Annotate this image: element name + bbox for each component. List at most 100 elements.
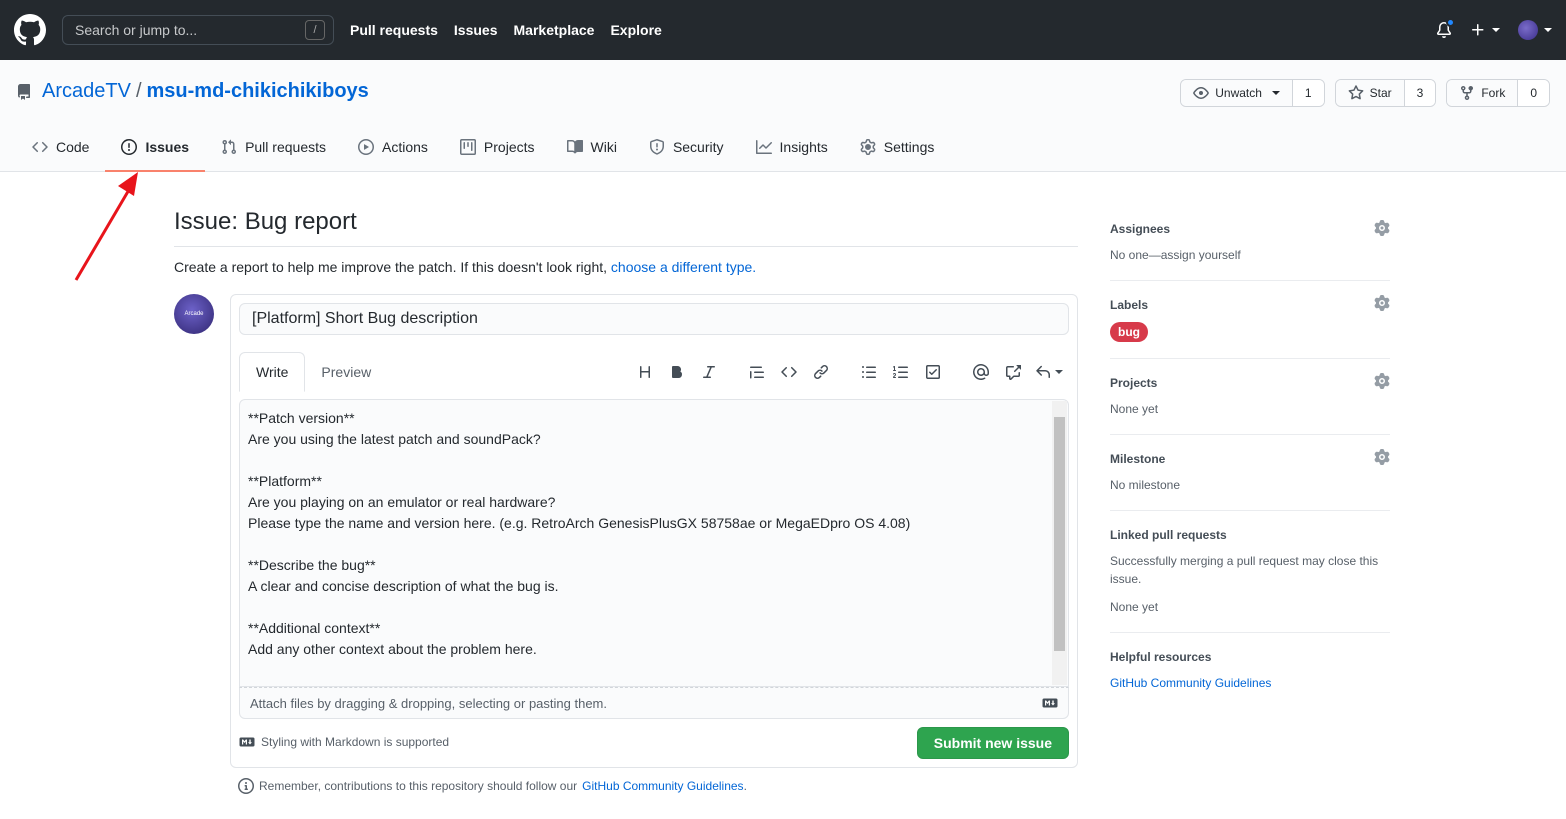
tab-security[interactable]: Security bbox=[633, 122, 740, 172]
issue-body-text: **Patch version** Are you using the lates… bbox=[248, 408, 1048, 660]
linked-pull-requests-section: Linked pull requests Successfully mergin… bbox=[1110, 511, 1390, 633]
italic-button[interactable] bbox=[693, 356, 725, 388]
mention-button[interactable] bbox=[965, 356, 997, 388]
nav-explore[interactable]: Explore bbox=[610, 22, 661, 38]
issue-body-line bbox=[248, 450, 1048, 471]
global-nav: Pull requests Issues Marketplace Explore bbox=[350, 22, 678, 38]
fork-button-group: Fork 0 bbox=[1446, 79, 1550, 107]
issue-body-line: Are you playing on an emulator or real h… bbox=[248, 494, 556, 510]
watch-button-group: Unwatch 1 bbox=[1180, 79, 1325, 107]
tab-pull-requests[interactable]: Pull requests bbox=[205, 122, 342, 172]
label-bug[interactable]: bug bbox=[1110, 322, 1148, 342]
ordered-list-button[interactable] bbox=[885, 356, 917, 388]
code-button[interactable] bbox=[773, 356, 805, 388]
choose-different-type-link[interactable]: choose a different type. bbox=[611, 259, 756, 275]
tab-preview[interactable]: Preview bbox=[305, 352, 387, 392]
labels-section: Labels bug bbox=[1110, 281, 1390, 359]
nav-marketplace[interactable]: Marketplace bbox=[514, 22, 595, 38]
markdown-support-note[interactable]: Styling with Markdown is supported bbox=[239, 735, 449, 749]
quote-button[interactable] bbox=[741, 356, 773, 388]
repo-title: ArcadeTV / msu-md-chikichikiboys bbox=[16, 80, 369, 103]
issue-body-line: A clear and concise description of what … bbox=[248, 578, 559, 594]
gear-icon[interactable] bbox=[1374, 449, 1390, 465]
book-icon bbox=[566, 139, 583, 154]
repo-tabs: Code Issues Pull requests Actions Projec… bbox=[16, 122, 950, 172]
scrollbar-thumb[interactable] bbox=[1054, 417, 1065, 651]
unwatch-button[interactable]: Unwatch bbox=[1181, 80, 1292, 106]
code-icon bbox=[32, 141, 48, 153]
tab-insights[interactable]: Insights bbox=[740, 122, 844, 172]
slash-key-hint: / bbox=[305, 20, 325, 40]
page-title: Issue: Bug report bbox=[174, 208, 1078, 247]
create-new-button[interactable] bbox=[1470, 22, 1500, 38]
community-guidelines-sidebar-link[interactable]: GitHub Community Guidelines bbox=[1110, 676, 1271, 690]
assignees-heading: Assignees bbox=[1110, 222, 1171, 236]
projects-heading: Projects bbox=[1110, 376, 1158, 390]
tab-settings[interactable]: Settings bbox=[844, 122, 951, 172]
plus-icon bbox=[1472, 24, 1484, 36]
saved-replies-button[interactable] bbox=[1029, 356, 1069, 388]
heading-button[interactable] bbox=[629, 356, 661, 388]
tab-projects-label: Projects bbox=[483, 139, 535, 155]
assignees-section: Assignees No one—assign yourself bbox=[1110, 214, 1390, 281]
tab-actions[interactable]: Actions bbox=[342, 122, 444, 172]
cross-reference-button[interactable] bbox=[997, 356, 1029, 388]
tab-wiki-label: Wiki bbox=[590, 139, 617, 155]
assignees-value[interactable]: No one—assign yourself bbox=[1110, 246, 1390, 264]
attach-files-text: Attach files by dragging & dropping, sel… bbox=[250, 695, 607, 711]
tab-issues[interactable]: Issues bbox=[105, 122, 205, 172]
search-placeholder: Search or jump to... bbox=[75, 22, 198, 38]
star-button[interactable]: Star bbox=[1335, 80, 1404, 106]
repo-path-separator: / bbox=[135, 80, 142, 102]
linked-pull-requests-description: Successfully merging a pull request may … bbox=[1110, 554, 1379, 586]
stars-count[interactable]: 3 bbox=[1403, 80, 1436, 106]
fork-button[interactable]: Fork bbox=[1447, 80, 1518, 106]
gear-icon[interactable] bbox=[1374, 295, 1390, 311]
textarea-scrollbar[interactable] bbox=[1052, 401, 1067, 685]
notification-dot bbox=[1446, 18, 1455, 27]
repo-owner-link[interactable]: ArcadeTV bbox=[42, 80, 131, 103]
github-logo-icon[interactable] bbox=[14, 14, 46, 46]
global-header: Search or jump to... / Pull requests Iss… bbox=[0, 0, 1566, 60]
markdown-toolbar bbox=[629, 352, 1069, 392]
list-unordered-icon bbox=[862, 366, 876, 378]
search-input[interactable]: Search or jump to... / bbox=[62, 15, 334, 45]
tab-settings-label: Settings bbox=[883, 139, 935, 155]
issue-title-input[interactable]: [Platform] Short Bug description bbox=[239, 303, 1069, 335]
quote-icon bbox=[750, 366, 764, 379]
tab-projects[interactable]: Projects bbox=[444, 122, 551, 172]
unordered-list-button[interactable] bbox=[853, 356, 885, 388]
issue-body-line: **Describe the bug** bbox=[248, 557, 376, 573]
issue-body-line: **Additional context** bbox=[248, 620, 381, 636]
avatar[interactable]: Arcade bbox=[174, 294, 214, 334]
tab-wiki[interactable]: Wiki bbox=[551, 122, 633, 172]
gear-icon[interactable] bbox=[1374, 220, 1390, 236]
watchers-count[interactable]: 1 bbox=[1291, 80, 1324, 106]
file-attachment-area[interactable]: Attach files by dragging & dropping, sel… bbox=[239, 687, 1069, 719]
nav-issues[interactable]: Issues bbox=[454, 22, 498, 38]
community-guidelines-link[interactable]: GitHub Community Guidelines bbox=[582, 779, 743, 793]
repo-name-link[interactable]: msu-md-chikichikiboys bbox=[147, 80, 369, 103]
code-icon bbox=[781, 366, 797, 378]
link-button[interactable] bbox=[805, 356, 837, 388]
user-menu-button[interactable] bbox=[1518, 20, 1552, 40]
info-icon bbox=[238, 778, 254, 794]
bold-button[interactable] bbox=[661, 356, 693, 388]
bold-icon bbox=[672, 366, 683, 378]
star-button-group: Star 3 bbox=[1334, 79, 1437, 107]
tab-code[interactable]: Code bbox=[16, 122, 105, 172]
gear-icon bbox=[860, 139, 876, 155]
notifications-button[interactable] bbox=[1436, 18, 1455, 38]
issue-body-textarea[interactable]: **Patch version** Are you using the lates… bbox=[239, 399, 1069, 687]
shield-icon bbox=[649, 139, 664, 155]
forks-count[interactable]: 0 bbox=[1517, 80, 1549, 106]
cross-reference-icon bbox=[1006, 365, 1021, 380]
nav-pull-requests[interactable]: Pull requests bbox=[350, 22, 438, 38]
gear-icon[interactable] bbox=[1374, 373, 1390, 389]
submit-new-issue-button[interactable]: Submit new issue bbox=[916, 727, 1069, 759]
task-list-button[interactable] bbox=[917, 356, 949, 388]
milestone-section: Milestone No milestone bbox=[1110, 435, 1390, 511]
link-icon bbox=[814, 365, 828, 379]
tab-write[interactable]: Write bbox=[239, 352, 306, 392]
tab-security-label: Security bbox=[672, 139, 724, 155]
